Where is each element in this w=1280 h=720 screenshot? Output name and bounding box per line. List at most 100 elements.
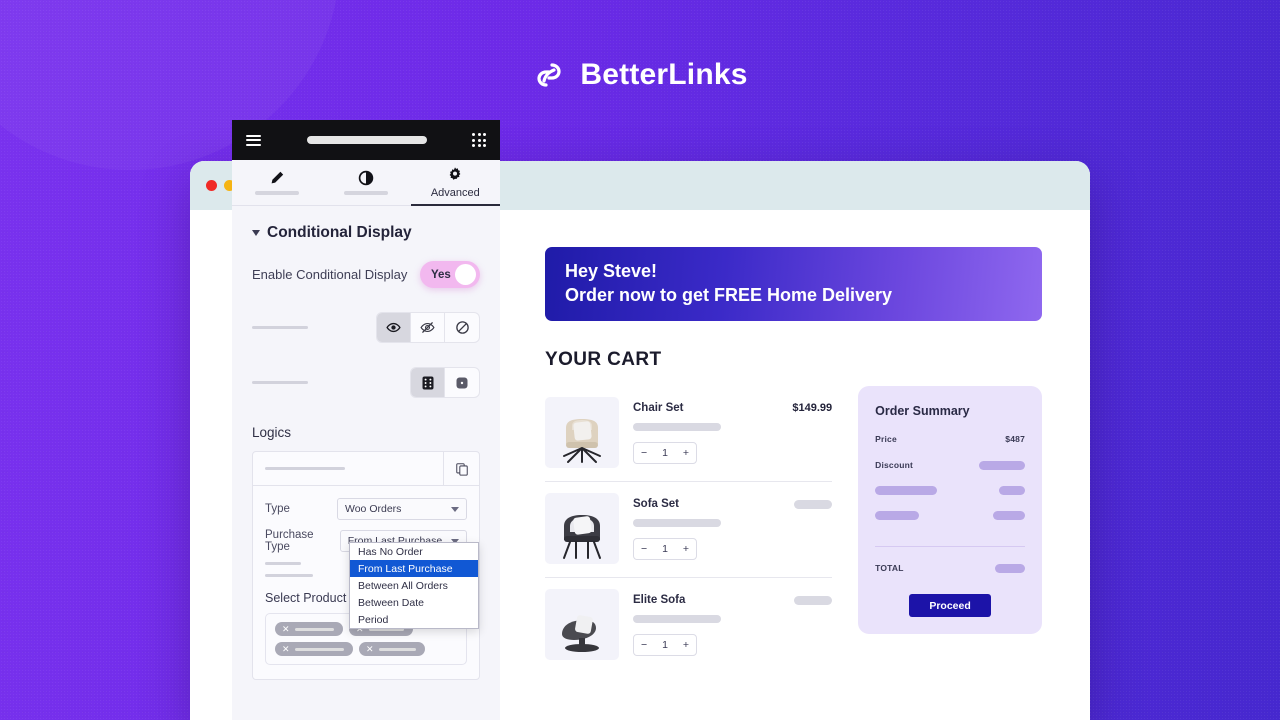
- tab-style[interactable]: [321, 160, 410, 205]
- product-meta-placeholder: [633, 423, 721, 431]
- eye-slash-icon-button[interactable]: [411, 313, 445, 342]
- product-name: Elite Sofa: [633, 594, 686, 606]
- summary-row-price: Price $487: [875, 434, 1025, 444]
- field-purchase-type-label: Purchase Type: [265, 529, 314, 553]
- dropdown-option[interactable]: Has No Order: [350, 543, 478, 560]
- grid-dots-icon: [422, 376, 433, 389]
- collapse-caret-icon[interactable]: [252, 230, 260, 236]
- panel-tabs: Advanced: [232, 160, 500, 206]
- tab-label-placeholder: [343, 191, 388, 195]
- apps-grid-icon[interactable]: [472, 133, 486, 147]
- contrast-half-circle-icon: [358, 170, 374, 186]
- tab-advanced[interactable]: Advanced: [410, 160, 500, 206]
- product-type-chip[interactable]: ✕: [275, 642, 353, 656]
- summary-value: $487: [1005, 434, 1025, 444]
- copy-duplicate-button[interactable]: [443, 452, 479, 485]
- summary-row-total: TOTAL: [875, 563, 1025, 573]
- chip-remove-icon[interactable]: ✕: [282, 624, 290, 634]
- quantity-stepper[interactable]: − 1 +: [633, 634, 697, 656]
- quantity-stepper[interactable]: − 1 +: [633, 442, 697, 464]
- appbar-title-placeholder: [306, 136, 427, 144]
- quantity-decrease-button[interactable]: −: [641, 447, 647, 459]
- quantity-decrease-button[interactable]: −: [641, 639, 647, 651]
- quantity-stepper[interactable]: − 1 +: [633, 538, 697, 560]
- app-topbar: [232, 120, 500, 160]
- layout-mode-row: [252, 367, 480, 398]
- cart-layout: Chair Set $149.99 − 1 + Sofa Set − 1 + E…: [545, 386, 1042, 673]
- summary-row-placeholder: [875, 511, 1025, 520]
- armchair-icon: [563, 419, 601, 463]
- sofa-icon: [563, 515, 601, 559]
- hamburger-menu-icon[interactable]: [246, 132, 261, 148]
- ban-icon-button[interactable]: [445, 313, 479, 342]
- product-thumbnail: [545, 493, 619, 564]
- tab-advanced-label: Advanced: [430, 187, 480, 199]
- field-type-label: Type: [265, 503, 290, 515]
- chip-remove-icon[interactable]: ✕: [282, 644, 290, 654]
- quantity-decrease-button[interactable]: −: [641, 543, 647, 555]
- visibility-label-placeholder: [252, 326, 308, 329]
- grid-dots-icon-button[interactable]: [411, 368, 445, 397]
- field-label-placeholder: [265, 574, 313, 577]
- summary-label: Discount: [875, 460, 914, 470]
- conditional-display-heading[interactable]: Conditional Display: [252, 224, 480, 242]
- dropdown-option[interactable]: Between Date: [350, 594, 478, 611]
- product-name: Chair Set: [633, 402, 684, 414]
- order-summary-card: Order Summary Price $487 Discount TOTAL …: [858, 386, 1042, 634]
- store-page: Hey Steve! Order now to get FREE Home De…: [500, 210, 1090, 720]
- quantity-increase-button[interactable]: +: [683, 543, 689, 555]
- promo-line-2: Order now to get FREE Home Delivery: [565, 285, 893, 305]
- proceed-button[interactable]: Proceed: [909, 594, 992, 617]
- enable-conditional-display-row: Enable Conditional Display Yes: [252, 261, 480, 288]
- enable-conditional-display-label: Enable Conditional Display: [252, 267, 408, 282]
- dropdown-option[interactable]: Between All Orders: [350, 577, 478, 594]
- product-meta-placeholder: [633, 519, 721, 527]
- window-close-dot[interactable]: [206, 180, 217, 191]
- summary-value-placeholder: [999, 486, 1025, 495]
- summary-divider: [875, 546, 1025, 547]
- settings-panel: Advanced Conditional Display Enable Cond…: [232, 160, 500, 720]
- visibility-button-group: [376, 312, 480, 343]
- section-title-text: Conditional Display: [267, 224, 412, 241]
- product-thumbnail: [545, 397, 619, 468]
- product-type-chip[interactable]: ✕: [275, 622, 343, 636]
- brand-name: BetterLinks: [580, 58, 748, 91]
- product-type-chip[interactable]: ✕: [359, 642, 425, 656]
- promo-line-1: Hey Steve!: [565, 261, 658, 282]
- type-select[interactable]: Woo Orders: [337, 498, 467, 520]
- chip-label-placeholder: [378, 647, 416, 651]
- tab-content[interactable]: [232, 160, 321, 205]
- product-price-placeholder: [794, 499, 833, 509]
- chip-label-placeholder: [294, 627, 334, 631]
- single-dot-icon-button[interactable]: [445, 368, 479, 397]
- chip-remove-icon[interactable]: ✕: [366, 644, 374, 654]
- purchase-type-dropdown[interactable]: Has No Order From Last Purchase Between …: [349, 542, 479, 629]
- product-meta-placeholder: [633, 615, 721, 623]
- cart-items-list: Chair Set $149.99 − 1 + Sofa Set − 1 + E…: [545, 386, 833, 673]
- logic-card-body: Type Woo Orders Purchase Type From Last …: [253, 486, 479, 679]
- quantity-increase-button[interactable]: +: [683, 639, 689, 651]
- summary-value-placeholder: [993, 511, 1025, 520]
- summary-row-placeholder: [875, 486, 1025, 495]
- cart-item-details: Elite Sofa − 1 +: [633, 589, 833, 660]
- summary-label-placeholder: [875, 511, 920, 520]
- dropdown-option-selected[interactable]: From Last Purchase: [350, 560, 478, 577]
- elite-sofa-icon: [562, 615, 599, 652]
- dropdown-option[interactable]: Period: [350, 611, 478, 628]
- logic-name-placeholder: [265, 467, 345, 470]
- cart-item-row: Chair Set $149.99 − 1 +: [545, 386, 833, 482]
- promo-banner: Hey Steve! Order now to get FREE Home De…: [545, 247, 1042, 321]
- quantity-value: 1: [662, 543, 668, 555]
- enable-conditional-display-toggle[interactable]: Yes: [420, 261, 480, 288]
- product-thumbnail: [545, 589, 619, 660]
- summary-value-placeholder: [979, 460, 1025, 470]
- field-label-placeholder: [265, 562, 301, 565]
- eye-icon-button[interactable]: [377, 313, 411, 342]
- type-select-value: Woo Orders: [345, 503, 402, 515]
- layout-button-group: [410, 367, 480, 398]
- chip-label-placeholder: [294, 647, 344, 651]
- product-price: $149.99: [792, 402, 833, 414]
- gear-icon: [449, 167, 461, 180]
- eye-slash-icon: [420, 321, 435, 334]
- quantity-increase-button[interactable]: +: [683, 447, 689, 459]
